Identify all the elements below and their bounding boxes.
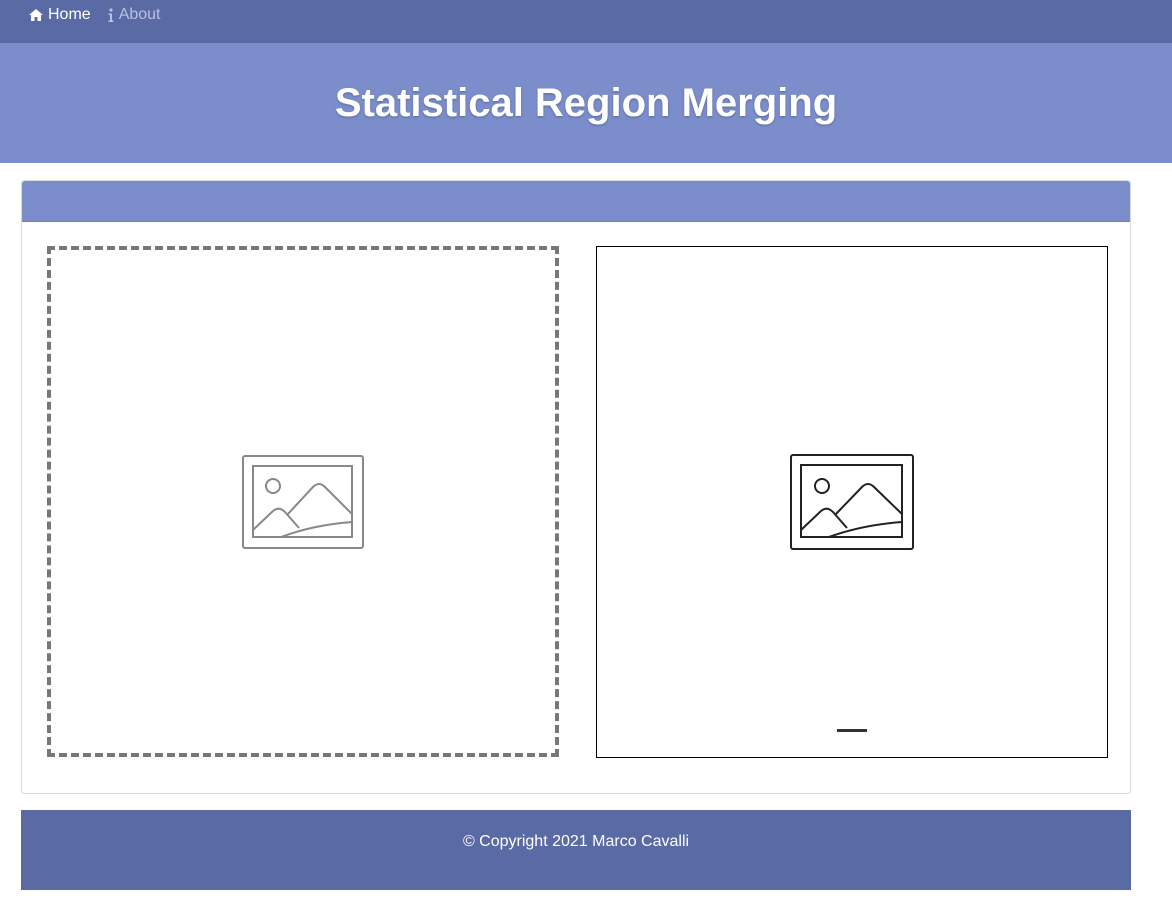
home-icon xyxy=(29,9,43,21)
copyright-text: © Copyright 2021 Marco Cavalli xyxy=(462,833,690,850)
main-card xyxy=(21,180,1131,794)
nav-about-label: About xyxy=(118,6,161,23)
nav-about-link[interactable]: About xyxy=(107,0,161,30)
nav-home-link[interactable]: Home xyxy=(28,0,91,30)
hero-banner: Statistical Region Merging xyxy=(0,43,1172,163)
card-header xyxy=(22,181,1130,222)
info-icon xyxy=(108,7,114,22)
page-footer: © Copyright 2021 Marco Cavalli xyxy=(21,810,1131,890)
nav-home-label: Home xyxy=(48,6,91,23)
image-placeholder-icon xyxy=(242,454,364,549)
page-title: Statistical Region Merging xyxy=(334,80,838,125)
loading-indicator xyxy=(837,729,867,732)
image-placeholder-icon xyxy=(790,454,914,550)
result-image-panel xyxy=(596,246,1108,758)
top-navbar: Home About xyxy=(0,0,1172,43)
image-dropzone[interactable] xyxy=(47,246,559,757)
